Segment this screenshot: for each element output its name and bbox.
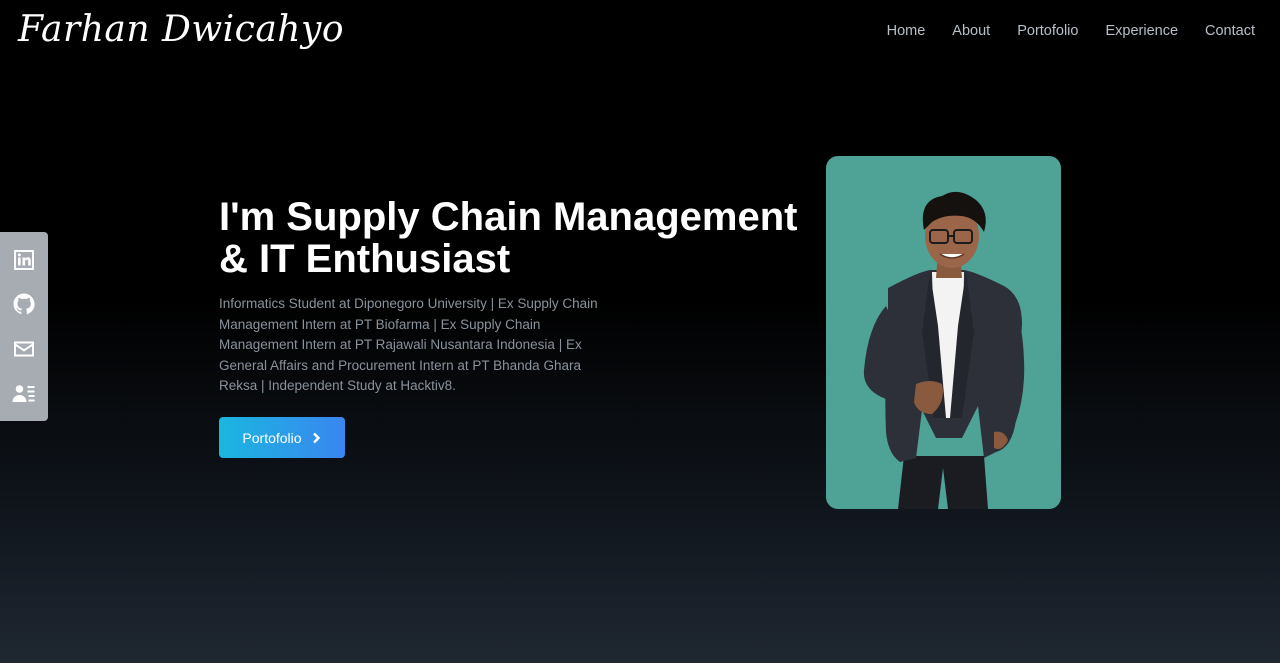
resume-link[interactable]: [9, 378, 39, 408]
nav-portofolio[interactable]: Portofolio: [1017, 21, 1078, 41]
portofolio-button-label: Portofolio: [242, 429, 302, 446]
nav-about[interactable]: About: [952, 21, 990, 41]
site-logo[interactable]: Farhan Dwicahyo: [18, 2, 344, 58]
github-link[interactable]: [9, 289, 39, 319]
nav-contact[interactable]: Contact: [1205, 21, 1255, 41]
social-sidebar: [0, 232, 48, 421]
profile-photo: [826, 156, 1061, 509]
resume-icon: [12, 385, 35, 402]
linkedin-icon: [14, 250, 34, 271]
github-icon: [13, 293, 35, 315]
portofolio-button[interactable]: Portofolio: [219, 417, 345, 458]
mail-icon: [14, 341, 34, 357]
chevron-right-icon: [312, 432, 320, 443]
person-illustration: [863, 191, 1025, 509]
email-link[interactable]: [9, 334, 39, 364]
linkedin-link[interactable]: [9, 245, 39, 275]
hero-description: Informatics Student at Diponegoro Univer…: [219, 296, 598, 393]
main-nav: Home About Portofolio Experience Contact: [887, 21, 1255, 41]
nav-home[interactable]: Home: [887, 21, 926, 41]
hero-title: I'm Supply Chain Management & IT Enthusi…: [219, 195, 798, 281]
nav-experience[interactable]: Experience: [1105, 21, 1178, 41]
